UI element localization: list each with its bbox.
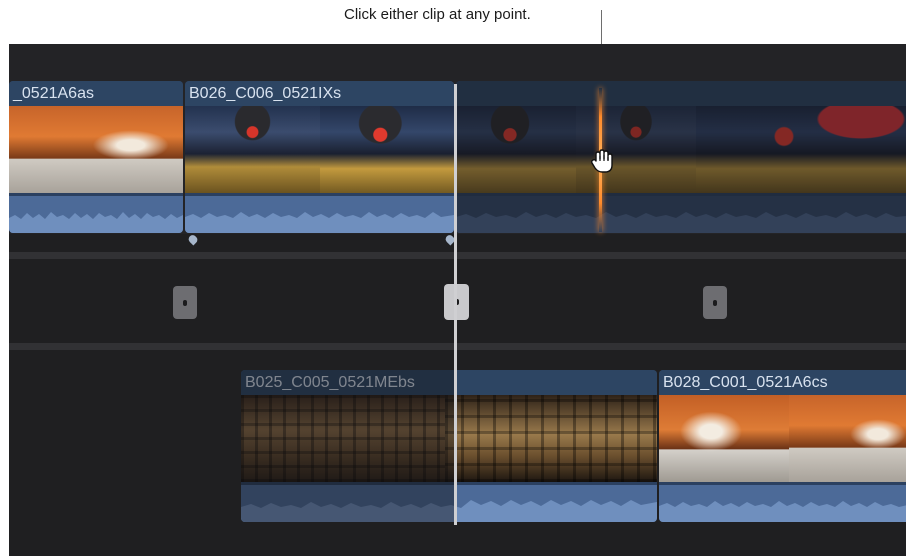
- video-frame: [320, 106, 454, 193]
- audio-waveform: [659, 485, 906, 522]
- storyline-clip[interactable]: [456, 81, 906, 233]
- clip-title: B028_C001_0521A6cs: [659, 370, 906, 395]
- video-frame: [9, 106, 183, 193]
- timeline-top-lane: [9, 44, 906, 80]
- audio-waveform: [9, 196, 183, 233]
- lane-divider: [9, 252, 906, 259]
- clip-filmstrip: [9, 106, 183, 193]
- connected-clip[interactable]: B028_C001_0521A6cs: [659, 370, 906, 522]
- storyline-clip[interactable]: B026_C006_0521IXs: [185, 81, 454, 233]
- callout: Click either clip at any point.: [0, 6, 906, 28]
- clip-filmstrip: [185, 106, 454, 193]
- video-frame: [185, 106, 320, 193]
- clip-marker[interactable]: [186, 233, 200, 246]
- connection-handle[interactable]: [173, 286, 197, 319]
- connection-handle[interactable]: [703, 286, 727, 319]
- callout-text: Click either clip at any point.: [344, 6, 531, 23]
- handle-grip-icon: [183, 299, 187, 306]
- playhead-line[interactable]: [454, 84, 457, 525]
- timeline[interactable]: _0521A6as B026_C006_0521IXs B025_C005_05…: [9, 44, 906, 556]
- clip-dim-overlay: [241, 370, 455, 522]
- lane-divider: [9, 343, 906, 350]
- clip-dim-overlay: [456, 81, 906, 233]
- storyline-clip[interactable]: _0521A6as: [9, 81, 183, 233]
- video-frame: [445, 395, 657, 482]
- video-frame: [789, 395, 906, 482]
- audio-waveform: [185, 196, 454, 233]
- video-frame: [659, 395, 789, 482]
- hand-grab-icon: [590, 149, 613, 173]
- clip-filmstrip: [659, 395, 906, 482]
- clip-title: _0521A6as: [9, 81, 183, 106]
- connected-clip[interactable]: B025_C005_0521MEbs: [241, 370, 657, 522]
- handle-grip-icon: [713, 299, 717, 306]
- clip-title: B026_C006_0521IXs: [185, 81, 454, 106]
